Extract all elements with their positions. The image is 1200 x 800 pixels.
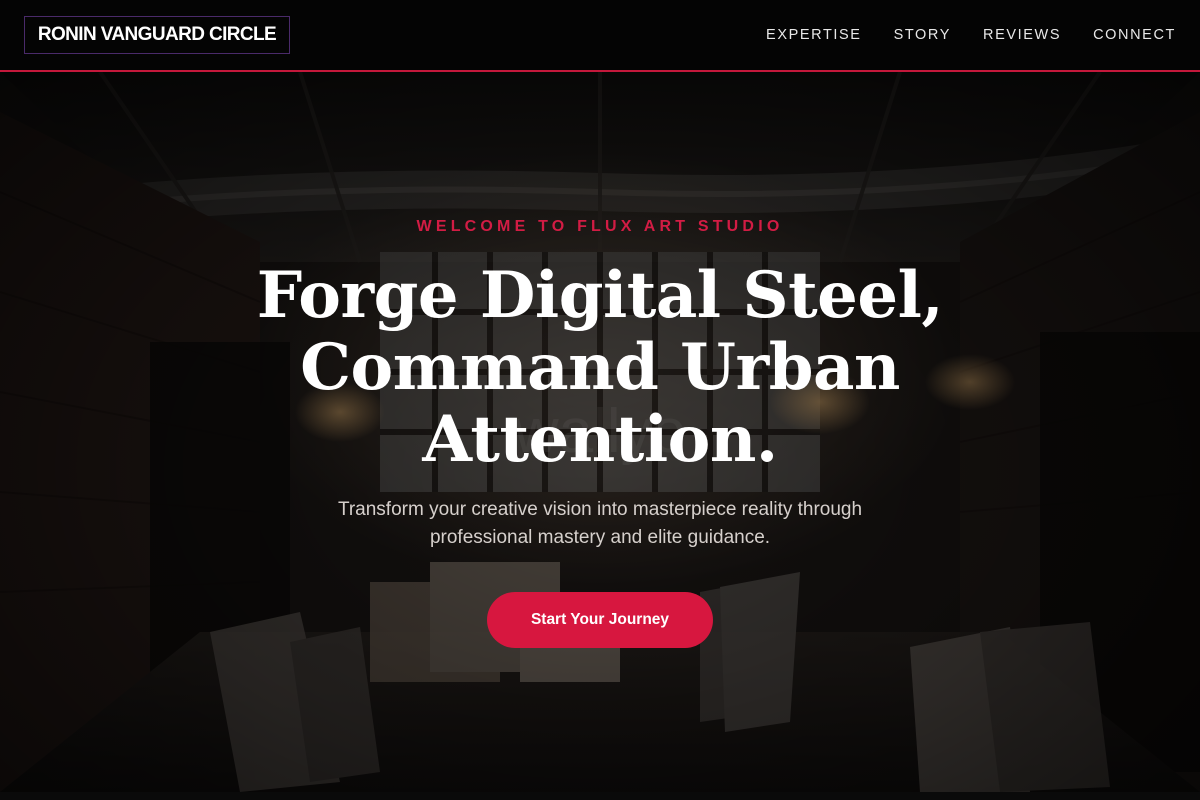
hero-eyebrow: WELCOME TO FLUX ART STUDIO (416, 218, 784, 235)
headline-line-3: Attention. (422, 402, 778, 477)
hero-subtitle: Transform your creative vision into mast… (337, 499, 863, 548)
nav-item-reviews[interactable]: REVIEWS (983, 27, 1061, 43)
hero-headline: Forge Digital Steel, Command Urban Atten… (200, 260, 1000, 476)
site-header: RONIN VANGUARD CIRCLE EXPERTISE STORY RE… (0, 0, 1200, 72)
headline-line-1: Forge Digital Steel, (256, 258, 944, 333)
start-journey-button[interactable]: Start Your Journey (487, 592, 713, 648)
headline-line-2: Command Urban (300, 330, 900, 405)
nav-item-connect[interactable]: CONNECT (1093, 27, 1176, 43)
page-bottom-edge (0, 792, 1200, 800)
nav-item-expertise[interactable]: EXPERTISE (766, 27, 862, 43)
hero-section: wallyo WELCOME TO FLUX ART STUDIO Forge … (0, 72, 1200, 792)
nav-item-story[interactable]: STORY (894, 27, 951, 43)
logo[interactable]: RONIN VANGUARD CIRCLE (24, 16, 290, 54)
main-nav: EXPERTISE STORY REVIEWS CONNECT (766, 0, 1176, 70)
hero-content: WELCOME TO FLUX ART STUDIO Forge Digital… (0, 72, 1200, 792)
